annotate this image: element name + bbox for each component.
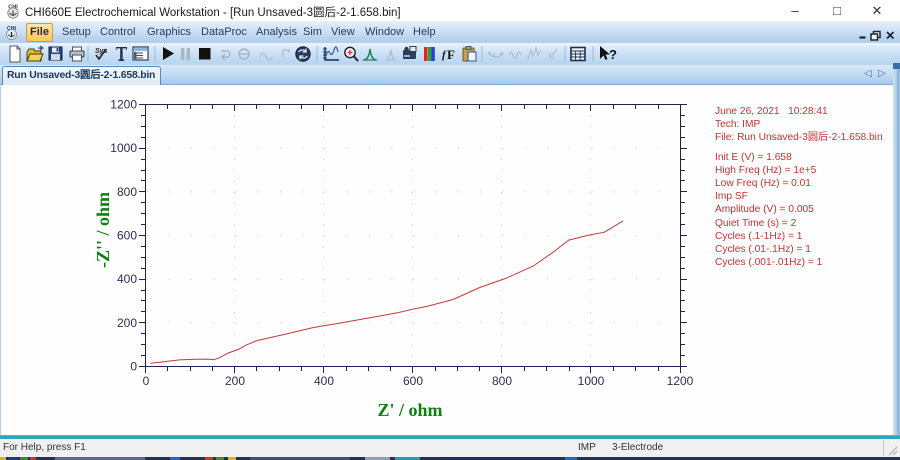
svg-text:?: ? xyxy=(609,47,617,62)
svg-text:600: 600 xyxy=(117,229,137,243)
svg-text:800: 800 xyxy=(117,185,137,199)
svg-text:400: 400 xyxy=(117,272,137,286)
svg-text:200: 200 xyxy=(117,316,137,330)
svg-text:1200: 1200 xyxy=(667,374,694,388)
svg-text:F: F xyxy=(447,47,455,62)
svg-text:600: 600 xyxy=(403,374,423,388)
svg-text:800: 800 xyxy=(492,374,512,388)
svg-text:Z' / ohm: Z' / ohm xyxy=(377,400,442,420)
svg-text:-Z'' / ohm: -Z'' / ohm xyxy=(93,192,113,268)
svg-text:200: 200 xyxy=(225,374,245,388)
svg-text:400: 400 xyxy=(314,374,334,388)
svg-text:0: 0 xyxy=(143,374,150,388)
svg-text:1200: 1200 xyxy=(110,98,137,112)
svg-text:1000: 1000 xyxy=(110,141,137,155)
svg-text:1000: 1000 xyxy=(578,374,605,388)
svg-text:0: 0 xyxy=(130,360,137,374)
